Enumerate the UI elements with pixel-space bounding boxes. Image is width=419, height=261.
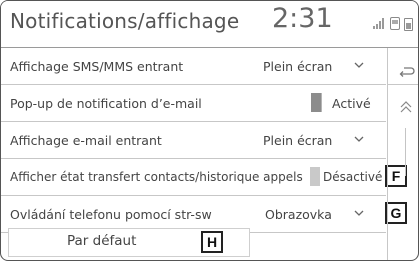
default-button-label: Par défaut bbox=[67, 233, 137, 249]
setting-label: Affichage e-mail entrant bbox=[10, 133, 162, 148]
side-controls bbox=[387, 48, 418, 260]
battery-icon bbox=[404, 18, 413, 31]
setting-value: Obrazovka bbox=[265, 207, 332, 222]
setting-value: Plein écran bbox=[263, 133, 333, 148]
scrollbar-track[interactable] bbox=[405, 128, 406, 176]
chevron-down-icon[interactable] bbox=[353, 207, 365, 219]
chevron-down-icon[interactable] bbox=[353, 133, 365, 145]
signal-icon bbox=[373, 17, 387, 29]
setting-label: Pop-up de notification d’e-mail bbox=[10, 96, 202, 111]
toggle-indicator-on[interactable] bbox=[311, 93, 321, 112]
setting-label: Afficher état transfert contacts/histori… bbox=[10, 170, 303, 184]
side-divider bbox=[388, 84, 418, 85]
back-icon[interactable] bbox=[399, 65, 415, 79]
callout-h: H bbox=[201, 231, 223, 253]
setting-row-contacts-transfer[interactable]: Afficher état transfert contacts/histori… bbox=[1, 159, 407, 196]
notifications-display-screen: Notifications/affichage 2:31 Affichage S… bbox=[0, 0, 419, 261]
clock: 2:31 bbox=[272, 3, 333, 34]
page-title: Notifications/affichage bbox=[10, 9, 240, 33]
setting-value: Plein écran bbox=[263, 59, 333, 74]
header-bar: Notifications/affichage 2:31 bbox=[1, 1, 418, 48]
scroll-up-icon[interactable] bbox=[399, 101, 413, 113]
chevron-down-icon[interactable] bbox=[353, 59, 365, 71]
toggle-frame bbox=[321, 93, 386, 112]
default-button[interactable]: Par défaut H bbox=[8, 228, 250, 257]
setting-row-email-popup[interactable]: Pop-up de notification d’e-mail Activé bbox=[1, 85, 386, 122]
setting-label: Affichage SMS/MMS entrant bbox=[10, 59, 184, 74]
setting-value: Désactivé bbox=[323, 170, 383, 184]
toggle-indicator-off[interactable] bbox=[310, 167, 320, 186]
phone-icon bbox=[390, 17, 400, 30]
setting-label: Ovládání telefonu pomocí str-sw bbox=[10, 207, 212, 222]
setting-row-sms-mms[interactable]: Affichage SMS/MMS entrant Plein écran bbox=[1, 48, 386, 85]
setting-row-email-display[interactable]: Affichage e-mail entrant Plein écran bbox=[1, 122, 386, 159]
